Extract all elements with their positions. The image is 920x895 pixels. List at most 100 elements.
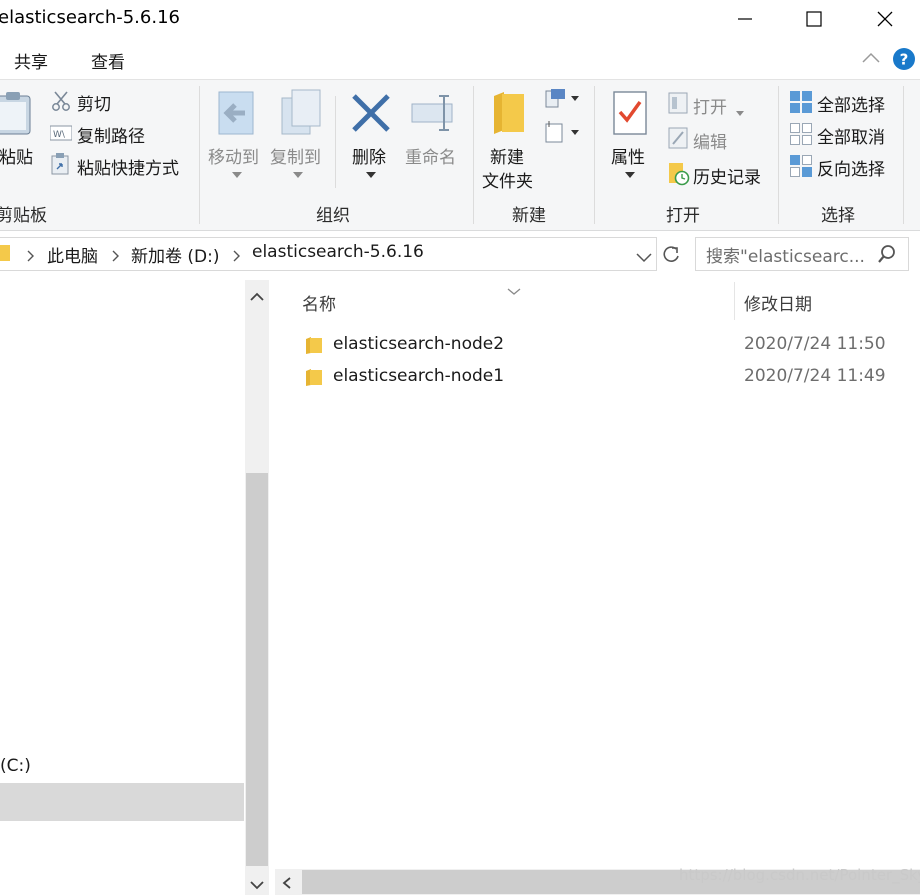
- file-modified: 2020/7/24 11:50: [744, 334, 886, 354]
- watermark: https://blog.csdn.net/Pointer_Sky: [679, 866, 920, 884]
- edit-icon: [668, 127, 688, 153]
- nav-item-selected[interactable]: [0, 783, 244, 821]
- easy-access-button[interactable]: [545, 120, 581, 148]
- select-group-label: 选择: [821, 206, 855, 226]
- cut-button[interactable]: [51, 90, 71, 116]
- svg-text:?: ?: [900, 51, 909, 69]
- minimize-button[interactable]: [722, 0, 768, 38]
- copy-path-icon: W\: [49, 125, 73, 145]
- move-to-icon: [218, 91, 254, 135]
- invert-selection-icon: [790, 155, 812, 181]
- invert-selection-label[interactable]: 反向选择: [817, 155, 885, 180]
- paste-shortcut-icon: [51, 153, 69, 179]
- help-button[interactable]: ?: [893, 48, 915, 74]
- rename-label: 重命名: [405, 148, 456, 168]
- group-divider: [778, 86, 779, 224]
- edit-label[interactable]: 编辑: [693, 128, 727, 153]
- history-label[interactable]: 历史记录: [693, 163, 761, 188]
- nav-item-drive-c[interactable]: (C:): [0, 756, 31, 776]
- properties-button[interactable]: [612, 90, 648, 140]
- breadcrumb-this-pc[interactable]: 此电脑: [47, 242, 98, 267]
- scroll-down-button[interactable]: [249, 876, 265, 895]
- open-icon: [668, 92, 688, 118]
- folder-icon: [0, 245, 10, 265]
- select-none-icon: [790, 123, 812, 149]
- breadcrumb-current-folder[interactable]: elasticsearch-5.6.16: [252, 242, 424, 262]
- chevron-down-icon: [636, 253, 652, 263]
- address-divider: [656, 238, 657, 270]
- tab-share[interactable]: 共享: [14, 48, 48, 73]
- chevron-down-icon: [250, 881, 264, 890]
- chevron-right-icon: [112, 247, 120, 266]
- rename-icon: [411, 95, 453, 131]
- breadcrumb-drive-d[interactable]: 新加卷 (D:): [131, 242, 220, 267]
- column-header-modified[interactable]: 修改日期: [744, 290, 812, 315]
- maximize-icon: [806, 11, 822, 27]
- copy-to-icon: [281, 89, 321, 135]
- tab-view[interactable]: 查看: [91, 48, 125, 73]
- chevron-down-icon: [625, 163, 635, 182]
- help-icon: ?: [893, 48, 915, 70]
- properties-check-icon: [613, 91, 647, 135]
- search-icon: [877, 244, 897, 268]
- rename-button[interactable]: [410, 92, 456, 138]
- chevron-down-icon: [736, 101, 744, 120]
- group-divider: [594, 86, 595, 224]
- select-none-label[interactable]: 全部取消: [817, 123, 885, 148]
- column-header-name[interactable]: 名称: [302, 290, 336, 315]
- new-folder-label-line1: 新建: [490, 148, 524, 168]
- nav-scrollbar-thumb[interactable]: [246, 473, 268, 866]
- open-label[interactable]: 打开: [693, 93, 727, 118]
- file-modified: 2020/7/24 11:49: [744, 366, 886, 386]
- new-folder-label-line2: 文件夹: [482, 172, 533, 192]
- refresh-icon: [663, 246, 679, 262]
- group-divider: [335, 96, 336, 188]
- maximize-button[interactable]: [791, 0, 837, 38]
- history-icon: [668, 162, 690, 190]
- delete-button[interactable]: [350, 92, 392, 138]
- select-all-icon: [790, 91, 812, 117]
- new-folder-icon: [494, 92, 524, 134]
- chevron-up-icon: [250, 292, 264, 301]
- column-divider[interactable]: [734, 282, 735, 320]
- clipboard-icon: [0, 92, 31, 135]
- new-item-button[interactable]: [545, 88, 581, 114]
- chevron-down-icon: [293, 163, 303, 182]
- chevron-right-icon: [233, 247, 241, 266]
- organize-group-label: 组织: [316, 206, 350, 226]
- refresh-button[interactable]: [661, 244, 681, 268]
- new-folder-button[interactable]: [492, 90, 526, 140]
- close-button[interactable]: [862, 0, 908, 38]
- scroll-up-button[interactable]: [249, 288, 265, 307]
- new-group-label: 新建: [512, 206, 546, 226]
- group-divider: [199, 86, 200, 224]
- file-name[interactable]: elasticsearch-node1: [333, 366, 504, 386]
- file-name[interactable]: elasticsearch-node2: [333, 334, 504, 354]
- scroll-left-button[interactable]: [281, 875, 293, 894]
- cut-label[interactable]: 剪切: [77, 90, 111, 115]
- clipboard-group-label: 剪贴板: [0, 206, 47, 226]
- move-to-button[interactable]: [215, 90, 259, 140]
- scissors-icon: [52, 91, 70, 111]
- copy-path-label[interactable]: 复制路径: [77, 122, 145, 147]
- window-title: elasticsearch-5.6.16: [0, 7, 180, 28]
- close-icon: [877, 11, 893, 27]
- group-divider: [473, 86, 474, 224]
- chevron-up-icon: [862, 52, 880, 63]
- chevron-left-icon: [282, 877, 291, 889]
- address-dropdown-button[interactable]: [636, 248, 652, 267]
- chevron-right-icon: [27, 247, 35, 266]
- paste-label: 粘贴: [0, 148, 33, 168]
- sort-indicator-icon: [506, 280, 522, 299]
- collapse-ribbon-button[interactable]: [861, 50, 881, 69]
- paste-button[interactable]: [0, 90, 32, 140]
- chevron-down-icon: [366, 163, 376, 182]
- easy-access-icon: [545, 121, 579, 143]
- copy-to-button[interactable]: [278, 88, 322, 140]
- chevron-down-icon: [232, 163, 242, 182]
- paste-shortcut-label[interactable]: 粘贴快捷方式: [77, 154, 179, 179]
- group-divider: [903, 86, 904, 224]
- search-placeholder: 搜索"elasticsearc...: [706, 247, 865, 267]
- select-all-label[interactable]: 全部选择: [817, 91, 885, 116]
- open-group-label: 打开: [666, 206, 700, 226]
